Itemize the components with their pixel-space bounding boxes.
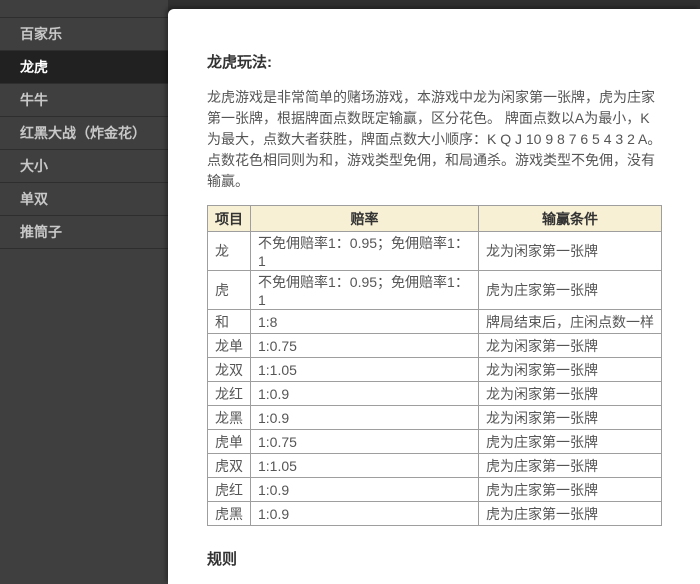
table-row: 虎双1:1.05虎为庄家第一张牌	[208, 454, 662, 478]
odds-table-body: 龙不免佣赔率1：0.95；免佣赔率1：1龙为闲家第一张牌虎不免佣赔率1：0.95…	[208, 232, 662, 526]
table-cell-odds: 不免佣赔率1：0.95；免佣赔率1：1	[251, 271, 479, 310]
table-row: 虎黑1:0.9虎为庄家第一张牌	[208, 502, 662, 526]
table-header-cell: 输赢条件	[479, 206, 662, 232]
table-row: 龙不免佣赔率1：0.95；免佣赔率1：1龙为闲家第一张牌	[208, 232, 662, 271]
table-cell-condition: 龙为闲家第一张牌	[479, 334, 662, 358]
table-cell-item: 虎单	[208, 430, 251, 454]
table-cell-item: 虎红	[208, 478, 251, 502]
table-cell-odds: 1:0.9	[251, 406, 479, 430]
intro-paragraph: 龙虎游戏是非常简单的赌场游戏，本游戏中龙为闲家第一张牌，虎为庄家第一张牌，根据牌…	[207, 87, 662, 192]
sidebar-item[interactable]: 龙虎	[0, 51, 168, 84]
table-row: 虎不免佣赔率1：0.95；免佣赔率1：1虎为庄家第一张牌	[208, 271, 662, 310]
rules-title: 规则	[207, 548, 662, 569]
table-cell-condition: 虎为庄家第一张牌	[479, 478, 662, 502]
table-cell-condition: 虎为庄家第一张牌	[479, 430, 662, 454]
table-header-cell: 项目	[208, 206, 251, 232]
table-cell-item: 虎	[208, 271, 251, 310]
sidebar-item[interactable]: 推筒子	[0, 216, 168, 249]
table-row: 龙单1:0.75龙为闲家第一张牌	[208, 334, 662, 358]
table-row: 龙红1:0.9龙为闲家第一张牌	[208, 382, 662, 406]
table-cell-condition: 龙为闲家第一张牌	[479, 232, 662, 271]
table-cell-odds: 1:0.9	[251, 478, 479, 502]
table-cell-item: 龙	[208, 232, 251, 271]
table-cell-odds: 1:1.05	[251, 454, 479, 478]
content-panel: 龙虎玩法: 龙虎游戏是非常简单的赌场游戏，本游戏中龙为闲家第一张牌，虎为庄家第一…	[168, 9, 700, 584]
table-cell-item: 龙红	[208, 382, 251, 406]
table-row: 虎单1:0.75虎为庄家第一张牌	[208, 430, 662, 454]
table-cell-condition: 虎为庄家第一张牌	[479, 454, 662, 478]
table-cell-odds: 1:1.05	[251, 358, 479, 382]
table-cell-item: 龙单	[208, 334, 251, 358]
table-cell-condition: 牌局结束后，庄闲点数一样	[479, 310, 662, 334]
sidebar-menu: 百家乐龙虎牛牛红黑大战（炸金花）大小单双推筒子	[0, 17, 168, 249]
odds-table: 项目赔率输赢条件 龙不免佣赔率1：0.95；免佣赔率1：1龙为闲家第一张牌虎不免…	[207, 205, 662, 526]
sidebar-item[interactable]: 红黑大战（炸金花）	[0, 117, 168, 150]
table-cell-odds: 1:0.9	[251, 382, 479, 406]
sidebar-item[interactable]: 百家乐	[0, 18, 168, 51]
table-header-row: 项目赔率输赢条件	[208, 206, 662, 232]
table-cell-condition: 虎为庄家第一张牌	[479, 502, 662, 526]
page-title: 龙虎玩法:	[207, 51, 662, 72]
table-cell-condition: 龙为闲家第一张牌	[479, 382, 662, 406]
sidebar-item[interactable]: 大小	[0, 150, 168, 183]
table-cell-odds: 1:8	[251, 310, 479, 334]
sidebar-item[interactable]: 牛牛	[0, 84, 168, 117]
table-row: 龙黑1:0.9龙为闲家第一张牌	[208, 406, 662, 430]
table-cell-item: 虎黑	[208, 502, 251, 526]
table-row: 龙双1:1.05龙为闲家第一张牌	[208, 358, 662, 382]
table-header-cell: 赔率	[251, 206, 479, 232]
table-row: 和1:8牌局结束后，庄闲点数一样	[208, 310, 662, 334]
table-cell-condition: 虎为庄家第一张牌	[479, 271, 662, 310]
table-row: 虎红1:0.9虎为庄家第一张牌	[208, 478, 662, 502]
table-cell-condition: 龙为闲家第一张牌	[479, 358, 662, 382]
sidebar: 百家乐龙虎牛牛红黑大战（炸金花）大小单双推筒子	[0, 0, 168, 584]
table-cell-odds: 1:0.75	[251, 430, 479, 454]
table-cell-odds: 1:0.9	[251, 502, 479, 526]
sidebar-item[interactable]: 单双	[0, 183, 168, 216]
table-cell-item: 虎双	[208, 454, 251, 478]
table-cell-odds: 1:0.75	[251, 334, 479, 358]
table-cell-odds: 不免佣赔率1：0.95；免佣赔率1：1	[251, 232, 479, 271]
table-cell-item: 龙黑	[208, 406, 251, 430]
table-cell-condition: 龙为闲家第一张牌	[479, 406, 662, 430]
table-cell-item: 龙双	[208, 358, 251, 382]
table-cell-item: 和	[208, 310, 251, 334]
